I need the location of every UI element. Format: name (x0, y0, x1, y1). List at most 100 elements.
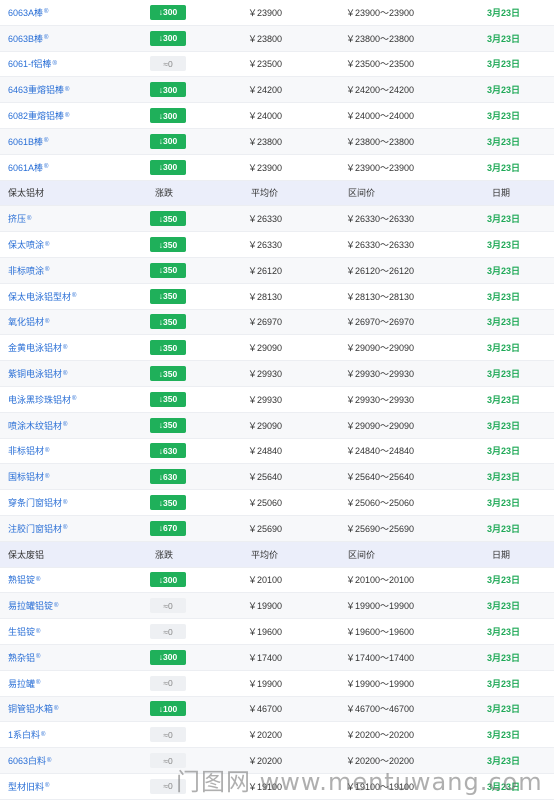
table-row: 易拉罐铝锭 ® ≈0 ￥19900 ￥19900～19900 3月23日 (0, 593, 554, 620)
price-date: 3月23日 (487, 781, 521, 792)
product-name-link[interactable]: 紫铜电泳铝材 (8, 367, 62, 380)
change-badge: ↓100 (150, 701, 186, 717)
average-price: ￥24200 (248, 85, 283, 96)
product-name-link[interactable]: 生铝锭 (8, 625, 35, 638)
product-name-link[interactable]: 熟铝锭 (8, 573, 35, 586)
price-date: 3月23日 (487, 756, 521, 766)
registered-mark: ® (65, 112, 70, 119)
header-name: 保太废铝 (8, 549, 45, 560)
price-date: 3月23日 (487, 33, 521, 44)
change-badge: ↓350 (150, 237, 186, 253)
registered-mark: ® (63, 499, 68, 506)
price-date: 3月23日 (487, 162, 521, 173)
price-range: ￥19600～19600 (346, 627, 415, 638)
table-row: 6063A棒 ® ↓300 ￥23900 ￥23900～23900 3月23日 (0, 0, 554, 26)
table-row: 易拉罐 ® ≈0 ￥19900 ￥19900～19900 3月23日 (0, 671, 554, 697)
average-price: ￥29090 (248, 343, 283, 354)
price-date: 3月23日 (487, 420, 521, 431)
average-price: ￥29930 (248, 394, 283, 405)
table-row: 非标喷涂 ® ↓350 ￥26120 ￥26120～26120 3月23日 (0, 257, 554, 284)
table-row: 型材旧料 ® ≈0 ￥19100 ￥19100～19100 3月23日 (0, 774, 554, 800)
product-name-link[interactable]: 型材旧料 (8, 780, 44, 793)
product-name-link[interactable]: 保太电泳铝型材 (8, 290, 71, 303)
product-name-link[interactable]: 挤压 (8, 212, 26, 225)
price-range: ￥23800～23800 (346, 136, 415, 147)
registered-mark: ® (41, 731, 46, 738)
registered-mark: ® (45, 267, 50, 274)
table-row: 1系白料 ® ≈0 ￥20200 ￥20200～20200 3月23日 (0, 722, 554, 749)
product-name-link[interactable]: 1系白料 (8, 728, 40, 741)
product-name-link[interactable]: 铜管铝水箱 (8, 702, 53, 715)
product-name-link[interactable]: 6063白料 (8, 754, 46, 767)
registered-mark: ® (36, 654, 41, 661)
product-name-link[interactable]: 6063B棒 (8, 32, 43, 45)
product-name-link[interactable]: 金黄电泳铝材 (8, 341, 62, 354)
product-name-link[interactable]: 穿条门窗铝材 (8, 496, 62, 509)
table-row: 电泳黑珍珠铝材 ® ↓350 ￥29930 ￥29930～29930 3月23日 (0, 387, 554, 413)
table-row: 6061A棒 ® ↓300 ￥23900 ￥23900～23900 3月23日 (0, 155, 554, 181)
product-name-link[interactable]: 喷涂木纹铝材 (8, 419, 62, 432)
change-badge: ↓630 (150, 443, 186, 459)
table-row: 喷涂木纹铝材 ® ↓350 ￥29090 ￥29090～29090 3月23日 (0, 412, 554, 439)
average-price: ￥19900 (248, 678, 283, 689)
price-range: ￥23800～23800 (346, 33, 415, 44)
product-name-link[interactable]: 非标铝材 (8, 444, 44, 457)
header-date: 日期 (492, 549, 511, 560)
average-price: ￥25640 (248, 472, 283, 483)
change-badge: ↓350 (150, 495, 186, 511)
price-range: ￥26330～26330 (346, 240, 415, 251)
registered-mark: ® (44, 138, 49, 145)
change-badge: ↓350 (150, 391, 186, 407)
registered-mark: ® (54, 602, 59, 609)
price-range: ￥17400～17400 (346, 652, 415, 663)
average-price: ￥20100 (248, 575, 283, 586)
product-name-link[interactable]: 电泳黑珍珠铝材 (8, 393, 71, 406)
registered-mark: ® (36, 628, 41, 635)
table-row: 国标铝材 ® ↓630 ￥25640 ￥25640～25640 3月23日 (0, 464, 554, 491)
price-date: 3月23日 (487, 317, 521, 328)
section-header: 保太铝材 涨跌 平均价 区间价 日期 (0, 180, 554, 207)
change-badge: ≈0 (150, 778, 186, 794)
change-badge: ↓350 (150, 288, 186, 304)
price-date: 3月23日 (487, 214, 521, 225)
table-row: 铜管铝水箱 ® ↓100 ￥46700 ￥46700～46700 3月23日 (0, 696, 554, 723)
table-row: 非标铝材 ® ↓630 ￥24840 ￥24840～24840 3月23日 (0, 439, 554, 465)
registered-mark: ® (27, 215, 32, 222)
table-row: 保太喷涂 ® ↓350 ￥26330 ￥26330～26330 3月23日 (0, 232, 554, 258)
product-name-link[interactable]: 国标铝材 (8, 470, 44, 483)
price-range: ￥20200～20200 (346, 730, 415, 741)
product-name-link[interactable]: 6061A棒 (8, 161, 43, 174)
average-price: ￥26330 (248, 214, 283, 225)
product-name-link[interactable]: 氧化铝材 (8, 315, 44, 328)
product-name-link[interactable]: 6061B棒 (8, 135, 43, 148)
registered-mark: ® (72, 293, 77, 300)
price-date: 3月23日 (487, 240, 521, 251)
registered-mark: ® (44, 9, 49, 16)
change-badge: ↓350 (150, 366, 186, 382)
product-name-link[interactable]: 易拉罐 (8, 677, 35, 690)
price-range: ￥23500～23500 (346, 59, 415, 70)
product-name-link[interactable]: 6082重熔铝棒 (8, 109, 64, 122)
product-name-link[interactable]: 易拉罐铝锭 (8, 599, 53, 612)
change-badge: ≈0 (150, 624, 186, 640)
registered-mark: ® (52, 60, 57, 67)
product-name-link[interactable]: 6061-f铝棒 (8, 57, 52, 70)
product-name-link[interactable]: 6463重熔铝棒 (8, 83, 64, 96)
product-name-link[interactable]: 熟杂铝 (8, 651, 35, 664)
price-range: ￥20200～20200 (346, 756, 415, 766)
change-badge: ↓300 (150, 133, 186, 149)
change-badge: ↓300 (150, 82, 186, 98)
price-range: ￥29930～29930 (346, 394, 415, 405)
price-range: ￥29090～29090 (346, 420, 415, 431)
price-range: ￥20100～20100 (346, 575, 415, 586)
product-name-link[interactable]: 6063A棒 (8, 6, 43, 19)
product-name-link[interactable]: 非标喷涂 (8, 264, 44, 277)
table-row: 熟铝锭 ® ↓300 ￥20100 ￥20100～20100 3月23日 (0, 568, 554, 594)
price-date: 3月23日 (487, 678, 521, 689)
registered-mark: ® (44, 164, 49, 171)
product-name-link[interactable]: 注胶门窗铝材 (8, 522, 62, 535)
header-avg: 平均价 (251, 188, 279, 199)
price-date: 3月23日 (487, 136, 521, 147)
price-range: ￥19900～19900 (346, 601, 415, 612)
product-name-link[interactable]: 保太喷涂 (8, 238, 44, 251)
